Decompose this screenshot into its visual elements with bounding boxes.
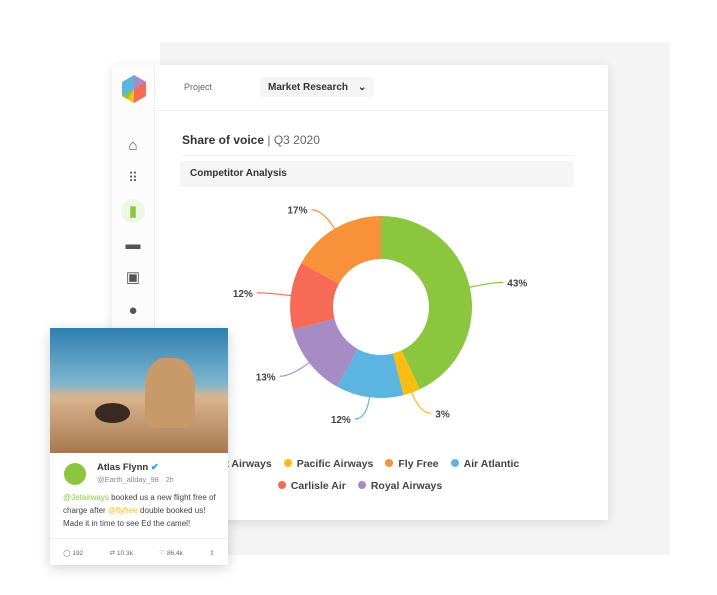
retweet-button[interactable]: ⇄ 10.3k [110, 549, 133, 557]
data-label: 12% [331, 415, 351, 426]
avatar[interactable] [64, 463, 86, 485]
tweet-photo [50, 328, 228, 453]
leader-line [279, 360, 312, 377]
legend-item[interactable]: Pacific Airways [283, 458, 373, 470]
leader-line [410, 389, 432, 414]
legend-item[interactable]: Royal Airways [357, 480, 442, 492]
leader-line [256, 292, 294, 297]
data-label: 43% [507, 278, 527, 289]
leader-line [466, 281, 504, 289]
legend-dot-icon [385, 459, 394, 467]
retweet-icon: ⇄ [109, 549, 116, 557]
mention-link[interactable]: @flyfree [108, 506, 138, 515]
share-button[interactable]: ⇪ [209, 549, 214, 557]
verified-icon: ✔ [150, 462, 159, 473]
tweet-card[interactable]: Atlas Flynn ✔ @Earth_allday_98 · 2h @Jet… [50, 328, 228, 565]
legend-item[interactable]: Fly Free [385, 458, 439, 470]
data-label: 17% [287, 206, 307, 217]
mention-link[interactable]: @Jetairways [63, 493, 109, 502]
data-label: 13% [256, 372, 276, 383]
tweet-text: @Jetairways booked us a new flight free … [63, 493, 216, 528]
legend-dot-icon [277, 481, 286, 489]
reply-icon: ◯ [63, 549, 71, 557]
data-label: 3% [435, 409, 450, 420]
user-name[interactable]: Atlas Flynn ✔ [97, 462, 159, 473]
leader-line [354, 394, 371, 420]
legend-dot-icon [357, 481, 366, 489]
legend-item[interactable]: Carlisle Air [277, 480, 346, 492]
user-handle: @Earth_allday_98 · 2h [97, 475, 174, 484]
legend-dot-icon [450, 459, 459, 467]
data-label: 12% [233, 289, 253, 300]
tweet-time: 2h [165, 475, 174, 484]
heart-icon: ♡ [159, 549, 166, 557]
share-icon: ⇪ [209, 549, 215, 557]
reply-button[interactable]: ◯ 192 [63, 549, 83, 557]
leader-line [311, 209, 337, 232]
legend-dot-icon [283, 459, 292, 467]
like-button[interactable]: ♡ 86.4k [159, 549, 183, 557]
tweet-actions: ◯ 192 ⇄ 10.3k ♡ 86.4k ⇪ [50, 538, 228, 566]
legend-item[interactable]: Air Atlantic [450, 458, 519, 470]
